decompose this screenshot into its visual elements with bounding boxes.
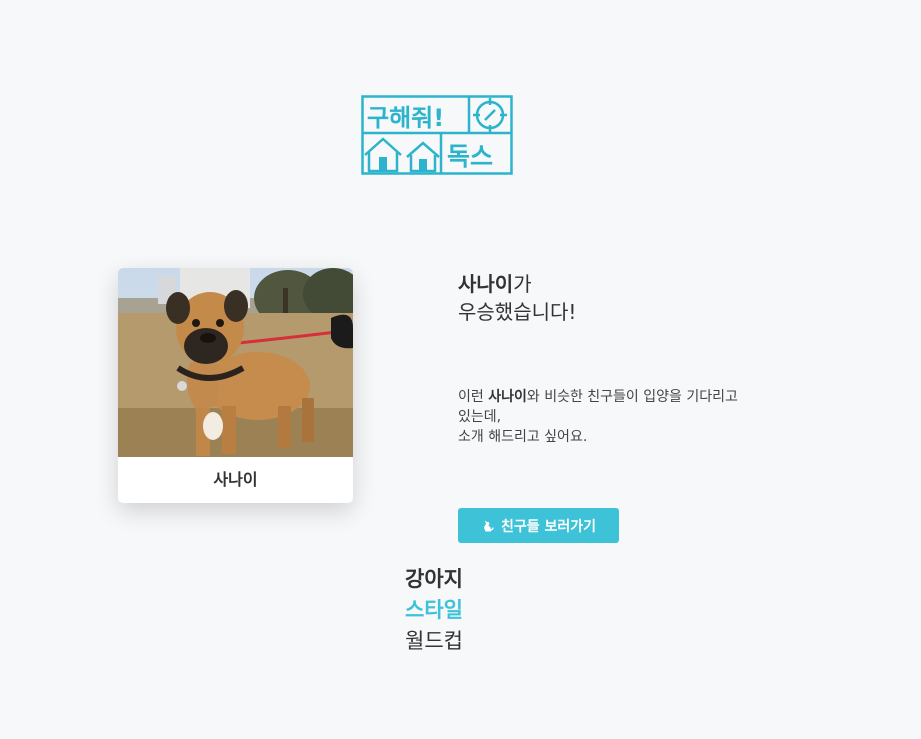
worldcup-line2: 스타일 — [405, 598, 463, 622]
desc-prefix: 이런 — [458, 389, 489, 405]
worldcup-line3: 월드컵 — [405, 629, 463, 653]
desc-name: 사나이 — [488, 389, 527, 405]
winner-card: 사나이 — [118, 268, 353, 503]
see-friends-label: 친구들 보러가기 — [500, 518, 597, 535]
dog-photo — [118, 268, 353, 457]
winner-card-label: 사나이 — [213, 470, 258, 489]
logo-text-line2: 독스 — [447, 142, 493, 171]
result-description: 이런 사나이와 비슷한 친구들이 입양을 기다리고 있는데, 소개 해드리고 싶… — [458, 387, 788, 447]
headline-suffix: 가 — [513, 272, 532, 296]
dog-icon — [484, 520, 494, 531]
headline-line2: 우승했습니다! — [458, 300, 577, 324]
see-friends-button[interactable]: 친구들 보러가기 — [458, 508, 619, 543]
worldcup-title: 강아지 스타일 월드컵 — [405, 564, 463, 657]
desc-line1-rest: 와 비슷한 친구들이 입양을 기다리고 — [526, 389, 738, 405]
brand-logo: 구해줘! 독스 — [361, 95, 513, 175]
logo-text-line1: 구해줘! — [367, 104, 444, 132]
desc-line2: 있는데, — [458, 409, 502, 425]
winner-name: 사나이 — [458, 272, 514, 296]
desc-line3: 소개 해드리고 싶어요. — [458, 429, 588, 445]
result-headline: 사나이가 우승했습니다! — [458, 270, 576, 326]
worldcup-line1: 강아지 — [405, 567, 463, 591]
